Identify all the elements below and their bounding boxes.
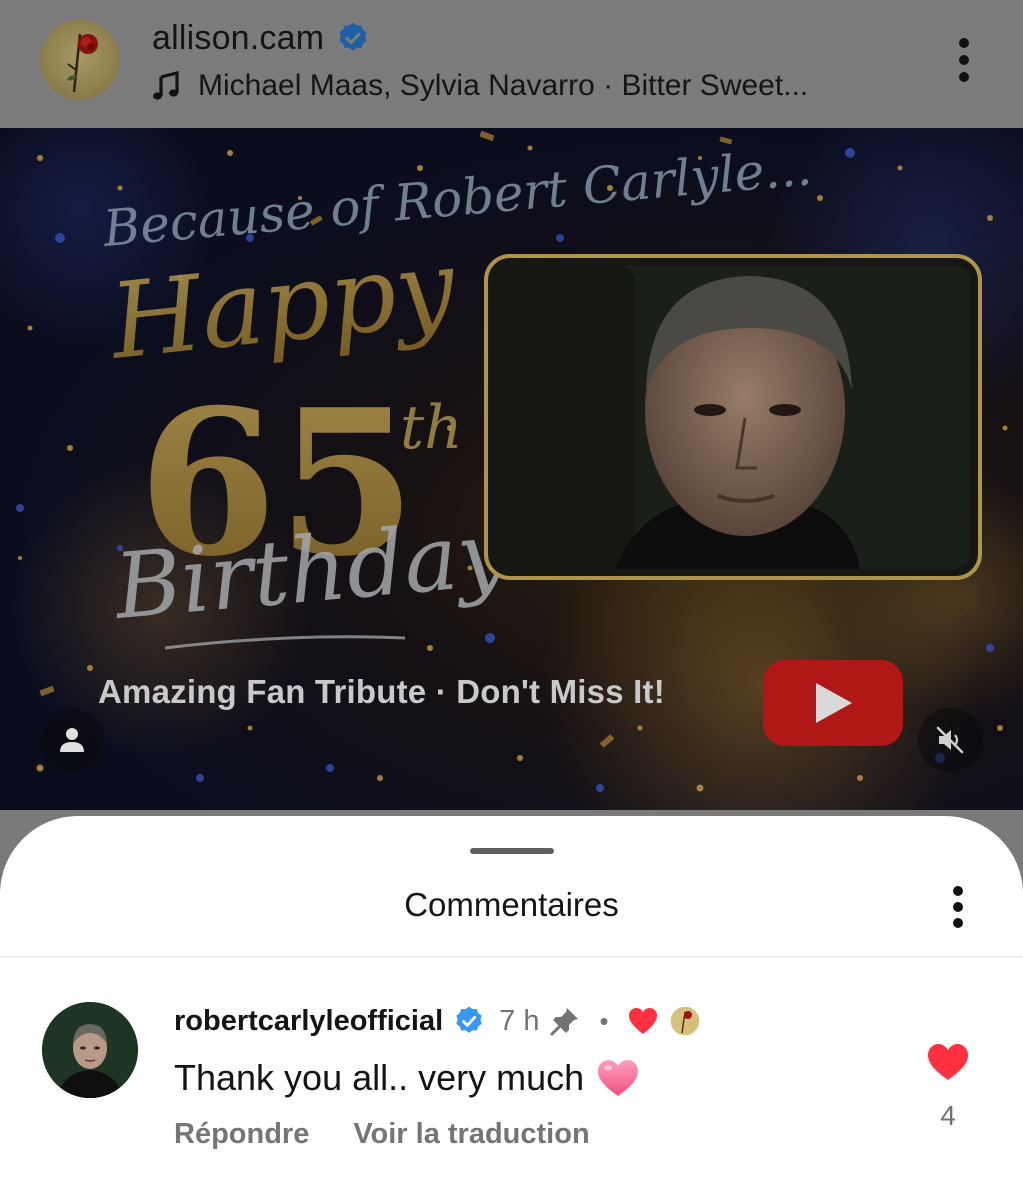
youtube-play-button[interactable] <box>763 660 903 746</box>
post-author-username[interactable]: allison.cam <box>152 19 324 58</box>
comment-body: Thank you all.. very much <box>174 1056 640 1100</box>
comment-text: Thank you all.. very much <box>174 1057 585 1098</box>
mute-toggle-button[interactable] <box>918 708 982 772</box>
comment-item: robertcarlyleofficial 7 h • Thank you al… <box>0 976 1023 1176</box>
youtube-play-icon <box>816 683 852 723</box>
liked-by-author-avatar <box>668 1005 701 1037</box>
pink-heart-emoji-icon <box>598 1060 639 1096</box>
see-translation-button[interactable]: Voir la traduction <box>353 1118 589 1151</box>
post-more-options-icon[interactable] <box>957 38 971 82</box>
comment-actions: Répondre Voir la traduction <box>174 1116 590 1152</box>
sheet-drag-handle[interactable] <box>470 848 554 854</box>
comment-like-button[interactable] <box>926 1042 970 1082</box>
post-media[interactable]: Because of Robert Carlyle... Happy 65 th… <box>0 128 1023 810</box>
liked-by-author-heart-icon <box>628 1008 657 1034</box>
comment-timestamp: 7 h <box>499 1004 540 1037</box>
comment-like-count: 4 <box>940 1100 956 1131</box>
audio-track[interactable]: Michael Maas, Sylvia Navarro · Bitter Sw… <box>152 64 808 108</box>
verified-badge-icon <box>339 22 367 51</box>
pin-icon <box>550 1008 579 1036</box>
audio-track-label: Michael Maas, Sylvia Navarro · Bitter Sw… <box>198 69 809 102</box>
comments-sheet: Commentaires robertcarlyleofficial 7 h •… <box>0 816 1023 1200</box>
comment-author-avatar[interactable] <box>42 1002 138 1098</box>
comment-author-username[interactable]: robertcarlyleofficial <box>174 1005 443 1038</box>
sheet-title: Commentaires <box>404 886 619 923</box>
media-caption: Amazing Fan Tribute · Don't Miss It! <box>98 673 665 710</box>
music-note-icon <box>153 71 179 100</box>
speaker-muted-icon <box>936 726 964 754</box>
sheet-divider <box>0 956 1023 958</box>
comment-meta: robertcarlyleofficial 7 h • <box>174 1000 701 1042</box>
meta-separator: • <box>599 1005 609 1036</box>
verified-badge-icon <box>456 1006 482 1033</box>
tagged-people-button[interactable] <box>40 708 104 772</box>
person-icon <box>60 728 84 752</box>
post-author-avatar[interactable] <box>40 20 120 100</box>
post-header: allison.cam Michael Maas, Sylvia Navarro… <box>0 0 1023 128</box>
post-author-row: allison.cam <box>152 16 370 60</box>
heart-filled-icon <box>928 1044 968 1080</box>
sheet-more-options-icon[interactable] <box>951 886 965 928</box>
reply-button[interactable]: Répondre <box>174 1118 309 1151</box>
